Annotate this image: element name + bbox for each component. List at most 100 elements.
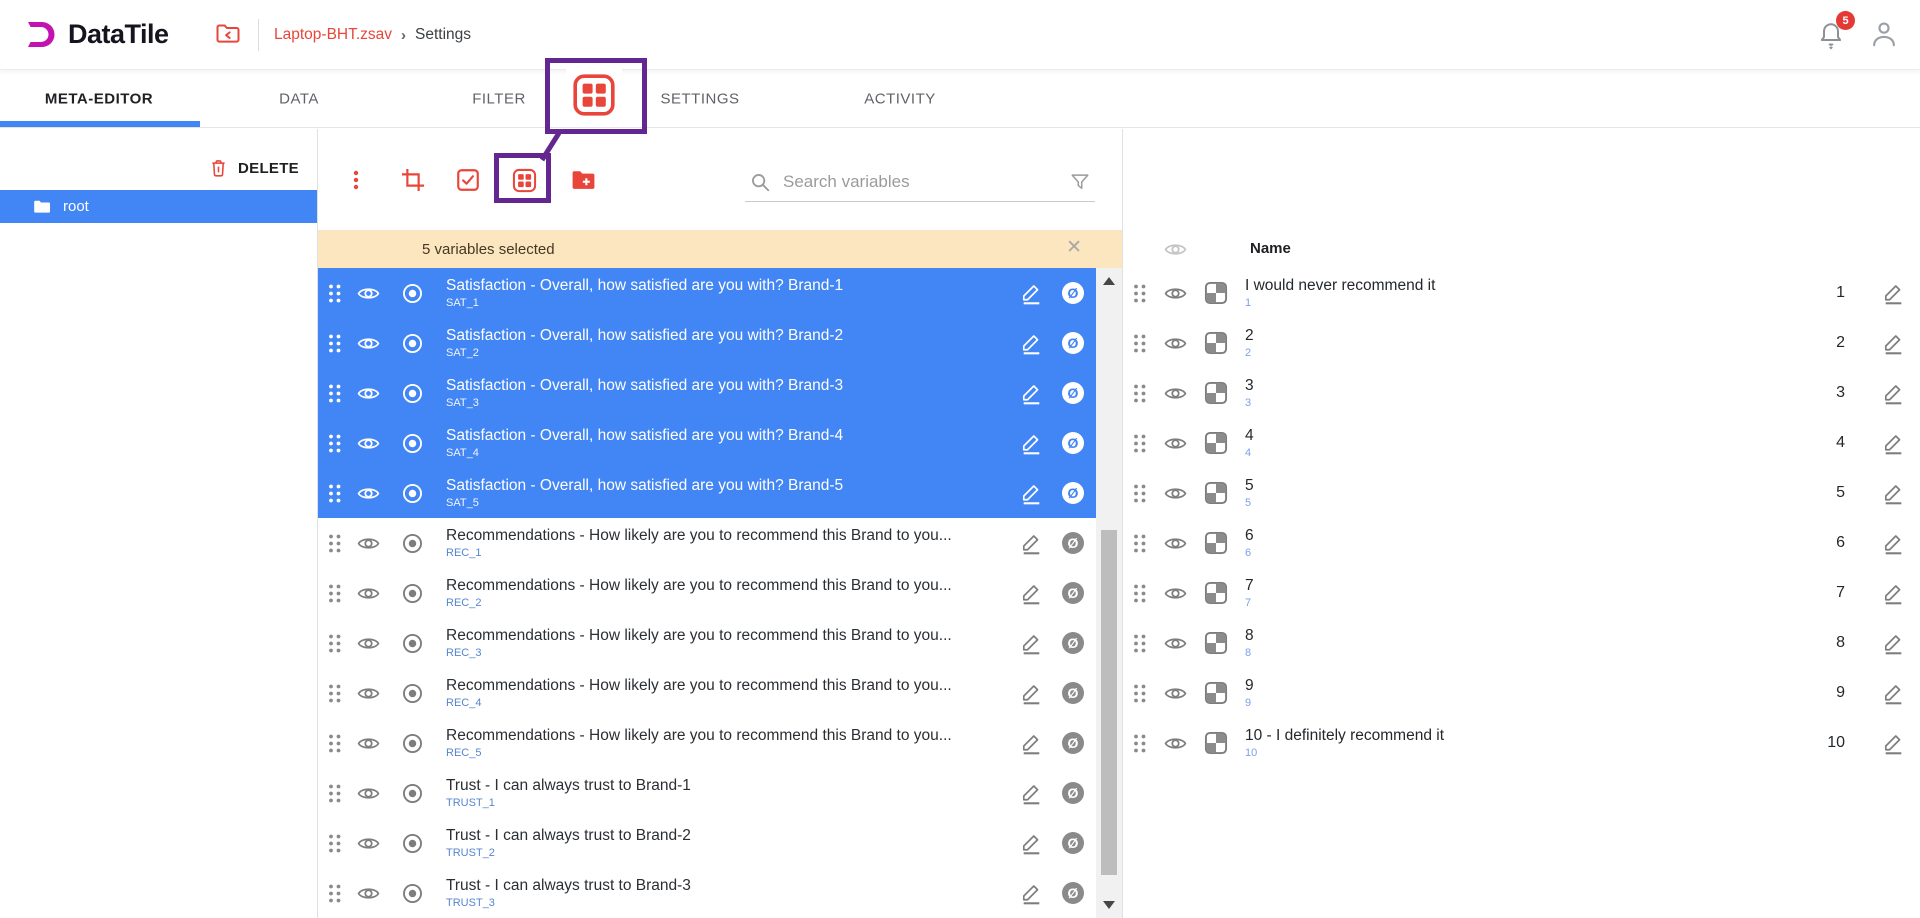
variable-list-scrollbar[interactable] bbox=[1096, 268, 1122, 918]
visibility-eye-icon[interactable] bbox=[356, 331, 381, 356]
delete-button[interactable]: DELETE bbox=[208, 157, 299, 179]
visibility-eye-icon[interactable] bbox=[356, 281, 381, 306]
scroll-up-arrow[interactable] bbox=[1103, 277, 1115, 285]
variable-row[interactable]: Recommendations - How likely are you to … bbox=[318, 568, 1096, 618]
edit-pencil-icon[interactable] bbox=[1881, 481, 1906, 506]
select-variables-button[interactable] bbox=[448, 160, 488, 200]
visibility-eye-icon[interactable] bbox=[1163, 431, 1188, 456]
drag-handle-icon[interactable] bbox=[326, 283, 342, 304]
datatile-logo[interactable]: DataTile bbox=[22, 15, 169, 53]
value-row[interactable]: 10 - I definitely recommend it 10 10 bbox=[1123, 718, 1920, 768]
visibility-eye-icon[interactable] bbox=[1163, 331, 1188, 356]
edit-pencil-icon[interactable] bbox=[1881, 331, 1906, 356]
drag-handle-icon[interactable] bbox=[326, 483, 342, 504]
variable-row[interactable]: Satisfaction - Overall, how satisfied ar… bbox=[318, 468, 1096, 518]
edit-pencil-icon[interactable] bbox=[1019, 731, 1044, 756]
drag-handle-icon[interactable] bbox=[326, 583, 342, 604]
drag-handle-icon[interactable] bbox=[326, 383, 342, 404]
drag-handle-icon[interactable] bbox=[1131, 583, 1147, 604]
variable-row[interactable]: Trust - I can always trust to Brand-1 TR… bbox=[318, 768, 1096, 818]
value-row[interactable]: 7 7 7 bbox=[1123, 568, 1920, 618]
value-row[interactable]: 2 2 2 bbox=[1123, 318, 1920, 368]
edit-pencil-icon[interactable] bbox=[1881, 731, 1906, 756]
drag-handle-icon[interactable] bbox=[326, 833, 342, 854]
visibility-eye-icon[interactable] bbox=[1163, 481, 1188, 506]
variable-row[interactable]: Satisfaction - Overall, how satisfied ar… bbox=[318, 318, 1096, 368]
scroll-down-arrow[interactable] bbox=[1103, 901, 1115, 909]
close-icon[interactable]: ✕ bbox=[1066, 236, 1082, 259]
variable-row[interactable]: Recommendations - How likely are you to … bbox=[318, 718, 1096, 768]
drag-handle-icon[interactable] bbox=[1131, 433, 1147, 454]
edit-pencil-icon[interactable] bbox=[1881, 581, 1906, 606]
search-input[interactable] bbox=[783, 172, 1057, 192]
visibility-eye-icon[interactable] bbox=[356, 531, 381, 556]
variable-row[interactable]: Recommendations - How likely are you to … bbox=[318, 518, 1096, 568]
edit-pencil-icon[interactable] bbox=[1019, 631, 1044, 656]
drag-handle-icon[interactable] bbox=[1131, 733, 1147, 754]
visibility-eye-icon[interactable] bbox=[1163, 631, 1188, 656]
drag-handle-icon[interactable] bbox=[1131, 633, 1147, 654]
visibility-eye-icon[interactable] bbox=[356, 681, 381, 706]
visibility-eye-icon[interactable] bbox=[356, 381, 381, 406]
user-account-button[interactable] bbox=[1868, 18, 1902, 52]
edit-pencil-icon[interactable] bbox=[1019, 381, 1044, 406]
visibility-eye-icon[interactable] bbox=[356, 631, 381, 656]
crop-variables-button[interactable] bbox=[393, 160, 433, 200]
edit-pencil-icon[interactable] bbox=[1019, 331, 1044, 356]
new-folder-button[interactable] bbox=[563, 160, 603, 200]
edit-pencil-icon[interactable] bbox=[1019, 781, 1044, 806]
variable-row[interactable]: Satisfaction - Overall, how satisfied ar… bbox=[318, 368, 1096, 418]
value-row[interactable]: 8 8 8 bbox=[1123, 618, 1920, 668]
drag-handle-icon[interactable] bbox=[1131, 533, 1147, 554]
variable-row[interactable]: Trust - I can always trust to Brand-3 TR… bbox=[318, 868, 1096, 918]
slashed-zero-icon[interactable]: Ø bbox=[1062, 582, 1084, 604]
visibility-eye-icon[interactable] bbox=[1163, 531, 1188, 556]
project-folder-icon[interactable] bbox=[214, 20, 242, 53]
slashed-zero-icon[interactable]: Ø bbox=[1062, 682, 1084, 704]
tab-meta-editor[interactable]: META-EDITOR bbox=[45, 90, 153, 107]
tab-filter[interactable]: FILTER bbox=[472, 90, 526, 107]
edit-pencil-icon[interactable] bbox=[1881, 381, 1906, 406]
drag-handle-icon[interactable] bbox=[326, 533, 342, 554]
visibility-eye-icon[interactable] bbox=[356, 581, 381, 606]
variable-row[interactable]: Satisfaction - Overall, how satisfied ar… bbox=[318, 418, 1096, 468]
tab-activity[interactable]: ACTIVITY bbox=[864, 90, 936, 107]
edit-pencil-icon[interactable] bbox=[1881, 631, 1906, 656]
drag-handle-icon[interactable] bbox=[326, 733, 342, 754]
edit-pencil-icon[interactable] bbox=[1881, 681, 1906, 706]
edit-pencil-icon[interactable] bbox=[1019, 481, 1044, 506]
breadcrumb-file[interactable]: Laptop-BHT.zsav bbox=[274, 26, 392, 44]
visibility-eye-icon[interactable] bbox=[356, 731, 381, 756]
edit-pencil-icon[interactable] bbox=[1019, 681, 1044, 706]
slashed-zero-icon[interactable]: Ø bbox=[1062, 382, 1084, 404]
slashed-zero-icon[interactable]: Ø bbox=[1062, 332, 1084, 354]
value-row[interactable]: 3 3 3 bbox=[1123, 368, 1920, 418]
value-row[interactable]: 4 4 4 bbox=[1123, 418, 1920, 468]
visibility-eye-icon[interactable] bbox=[1163, 281, 1188, 306]
value-row[interactable]: 6 6 6 bbox=[1123, 518, 1920, 568]
tab-data[interactable]: DATA bbox=[279, 90, 319, 107]
drag-handle-icon[interactable] bbox=[326, 433, 342, 454]
drag-handle-icon[interactable] bbox=[1131, 683, 1147, 704]
drag-handle-icon[interactable] bbox=[1131, 383, 1147, 404]
edit-pencil-icon[interactable] bbox=[1019, 831, 1044, 856]
visibility-eye-icon[interactable] bbox=[356, 781, 381, 806]
edit-pencil-icon[interactable] bbox=[1019, 431, 1044, 456]
edit-pencil-icon[interactable] bbox=[1881, 281, 1906, 306]
visibility-eye-icon[interactable] bbox=[356, 481, 381, 506]
more-options-button[interactable] bbox=[336, 160, 376, 200]
drag-handle-icon[interactable] bbox=[1131, 483, 1147, 504]
visibility-eye-icon[interactable] bbox=[1163, 381, 1188, 406]
slashed-zero-icon[interactable]: Ø bbox=[1062, 432, 1084, 454]
visibility-eye-icon[interactable] bbox=[1163, 237, 1188, 267]
variable-row[interactable]: Recommendations - How likely are you to … bbox=[318, 668, 1096, 718]
slashed-zero-icon[interactable]: Ø bbox=[1062, 532, 1084, 554]
drag-handle-icon[interactable] bbox=[1131, 333, 1147, 354]
visibility-eye-icon[interactable] bbox=[1163, 731, 1188, 756]
slashed-zero-icon[interactable]: Ø bbox=[1062, 832, 1084, 854]
visibility-eye-icon[interactable] bbox=[1163, 681, 1188, 706]
drag-handle-icon[interactable] bbox=[326, 783, 342, 804]
visibility-eye-icon[interactable] bbox=[356, 831, 381, 856]
edit-pencil-icon[interactable] bbox=[1019, 531, 1044, 556]
edit-pencil-icon[interactable] bbox=[1019, 581, 1044, 606]
